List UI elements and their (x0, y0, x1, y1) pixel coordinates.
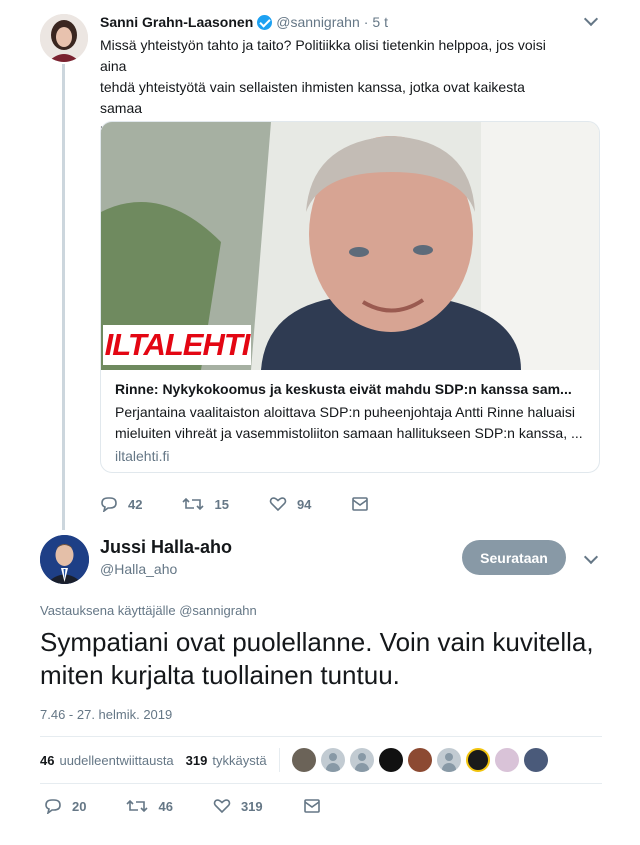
retweet-stat-label: uudelleentwiittausta (59, 752, 174, 768)
reply-button[interactable]: 20 (44, 798, 86, 814)
reply-button[interactable]: 42 (100, 496, 142, 512)
retweet-icon (182, 497, 205, 511)
liker-avatar-default[interactable] (436, 748, 461, 772)
reply-context: Vastauksena käyttäjälle @sannigrahn (40, 603, 257, 618)
like-button[interactable]: 94 (269, 496, 311, 512)
like-count: 319 (240, 798, 263, 814)
liker-avatar[interactable] (378, 748, 403, 772)
liker-avatar[interactable] (465, 748, 490, 772)
main-author-name[interactable]: Jussi Halla-aho (100, 537, 232, 558)
reply-count: 20 (72, 798, 87, 814)
liker-avatar[interactable] (494, 748, 519, 772)
envelope-icon (352, 497, 369, 511)
retweet-count: 15 (214, 496, 229, 512)
chevron-down-icon[interactable] (583, 549, 599, 565)
avatar-sanni[interactable] (40, 14, 88, 62)
main-author-handle[interactable]: @Halla_aho (100, 561, 177, 577)
heart-icon (269, 497, 287, 512)
retweet-button[interactable]: 15 (182, 496, 229, 512)
message-button[interactable] (351, 496, 379, 512)
reply-count: 42 (128, 496, 143, 512)
retweet-stat-number: 46 (40, 752, 55, 768)
parent-tweet-actions: 42 15 94 (100, 496, 419, 512)
like-count: 94 (296, 496, 312, 512)
main-tweet-text: Sympatiani ovat puolellanne. Voin vain k… (40, 627, 594, 690)
brand-name: ILTALEHTI (104, 327, 251, 362)
engagement-stats: 46 uudelleentwiittausta 319 tykkäystä (40, 737, 602, 783)
retweet-count: 46 (158, 798, 173, 814)
liker-avatar[interactable] (291, 748, 316, 772)
thread-connector (62, 64, 65, 530)
like-stat-number: 319 (185, 752, 208, 768)
envelope-icon (303, 799, 320, 813)
card-text-area: Rinne: Nykykokoomus ja keskusta eivät ma… (101, 370, 599, 472)
author-handle[interactable]: @sannigrahn (276, 14, 360, 30)
heart-icon (213, 799, 231, 814)
liker-avatar-default[interactable] (320, 748, 345, 772)
parent-tweet-header: Sanni Grahn-Laasonen @sannigrahn · 5 t (100, 12, 610, 32)
card-domain: iltalehti.fi (115, 448, 170, 464)
separator-dot: · (363, 14, 369, 30)
card-image: ILTALEHTI (101, 122, 599, 370)
avatar-jussi[interactable] (40, 535, 89, 584)
stats-divider (278, 748, 280, 772)
verified-badge-icon (257, 14, 273, 30)
retweet-icon (126, 799, 149, 813)
reply-icon (101, 497, 117, 512)
following-button[interactable]: Seurataan (462, 540, 566, 575)
divider (40, 783, 602, 784)
reply-icon (45, 799, 61, 814)
card-description: Perjantaina vaalitaiston aloittava SDP:n… (115, 404, 583, 441)
main-tweet-actions: 20 46 319 (44, 798, 371, 814)
liker-avatar[interactable] (407, 748, 432, 772)
liker-avatar-default[interactable] (349, 748, 374, 772)
message-button[interactable] (303, 798, 331, 814)
tweet-time[interactable]: 5 t (372, 14, 388, 30)
main-tweet-timestamp[interactable]: 7.46 - 27. helmik. 2019 (40, 707, 172, 722)
liker-facepile (291, 748, 553, 772)
retweet-stat[interactable]: 46 uudelleentwiittausta (40, 753, 174, 768)
card-title[interactable]: Rinne: Nykykokoomus ja keskusta eivät ma… (115, 380, 585, 398)
link-card[interactable]: ILTALEHTI Rinne: Nykykokoomus ja keskust… (100, 121, 600, 473)
like-button[interactable]: 319 (213, 798, 263, 814)
liker-avatar[interactable] (523, 748, 548, 772)
author-name[interactable]: Sanni Grahn-Laasonen (100, 14, 253, 30)
like-stat-label: tykkäystä (212, 752, 267, 768)
retweet-button[interactable]: 46 (126, 798, 173, 814)
iltalehti-logo: ILTALEHTI (103, 325, 251, 365)
like-stat[interactable]: 319 tykkäystä (186, 753, 267, 768)
